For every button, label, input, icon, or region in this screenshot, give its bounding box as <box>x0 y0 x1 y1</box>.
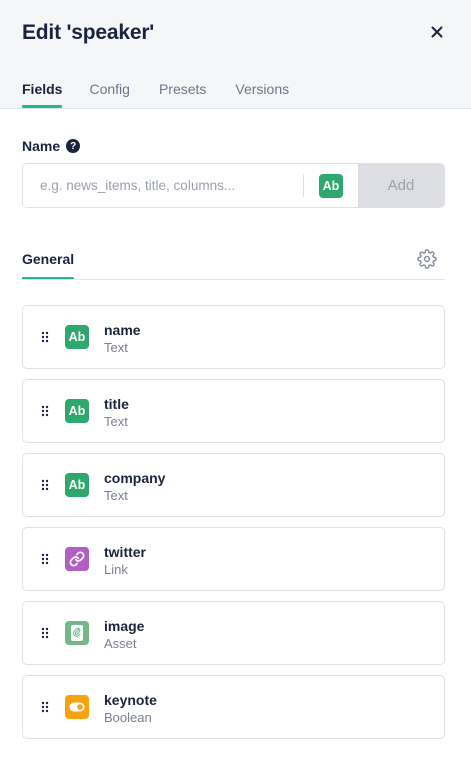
modal-title: Edit 'speaker' <box>22 21 155 44</box>
field-type: Text <box>104 414 128 429</box>
name-label-group: Name ? <box>22 138 81 154</box>
text-icon: Ab <box>65 325 89 349</box>
tab-bar: Fields Config Presets Versions <box>22 79 318 108</box>
section-settings-button[interactable] <box>417 249 437 269</box>
tab-presets[interactable]: Presets <box>159 79 206 107</box>
field-name: keynote <box>104 692 157 708</box>
question-circle-icon[interactable]: ? <box>66 139 81 153</box>
field-name: title <box>104 396 129 412</box>
tab-config[interactable]: Config <box>89 79 129 107</box>
field-row-image[interactable]: image Asset <box>22 601 445 665</box>
field-row-twitter[interactable]: twitter Link <box>22 527 445 591</box>
close-icon <box>431 26 443 38</box>
link-icon <box>65 547 89 571</box>
field-name: image <box>104 618 145 634</box>
field-type: Text <box>104 340 128 355</box>
text-icon: Ab <box>65 473 89 497</box>
field-row-title[interactable]: Ab title Text <box>22 379 445 443</box>
drag-handle-icon[interactable] <box>41 701 49 713</box>
field-type: Link <box>104 562 128 577</box>
modal-header: Edit 'speaker' Fields Config Presets Ver… <box>0 0 471 109</box>
field-row-keynote[interactable]: keynote Boolean <box>22 675 445 739</box>
paperclip-icon <box>65 621 89 645</box>
field-type-picker[interactable]: Ab <box>304 164 358 207</box>
text-icon: Ab <box>65 399 89 423</box>
drag-handle-icon[interactable] <box>41 405 49 417</box>
tab-versions[interactable]: Versions <box>235 79 289 107</box>
field-name: name <box>104 322 141 338</box>
field-name-input[interactable] <box>23 164 303 207</box>
add-button[interactable]: Add <box>358 164 444 207</box>
new-field-row: Ab Add <box>22 163 445 208</box>
drag-handle-icon[interactable] <box>41 553 49 565</box>
gear-icon <box>417 249 437 269</box>
field-name: company <box>104 470 166 486</box>
section-divider <box>22 279 445 280</box>
field-type: Text <box>104 488 128 503</box>
section-tab-general[interactable]: General <box>22 251 75 280</box>
field-row-name[interactable]: Ab name Text <box>22 305 445 369</box>
drag-handle-icon[interactable] <box>41 479 49 491</box>
field-type: Asset <box>104 636 137 651</box>
close-button[interactable] <box>426 21 448 43</box>
drag-handle-icon[interactable] <box>41 627 49 639</box>
name-label: Name <box>22 138 61 154</box>
text-icon: Ab <box>319 173 343 198</box>
drag-handle-icon[interactable] <box>41 331 49 343</box>
tab-fields[interactable]: Fields <box>22 79 63 108</box>
field-row-company[interactable]: Ab company Text <box>22 453 445 517</box>
field-type: Boolean <box>104 710 152 725</box>
field-name: twitter <box>104 544 146 560</box>
toggle-icon <box>65 695 89 719</box>
